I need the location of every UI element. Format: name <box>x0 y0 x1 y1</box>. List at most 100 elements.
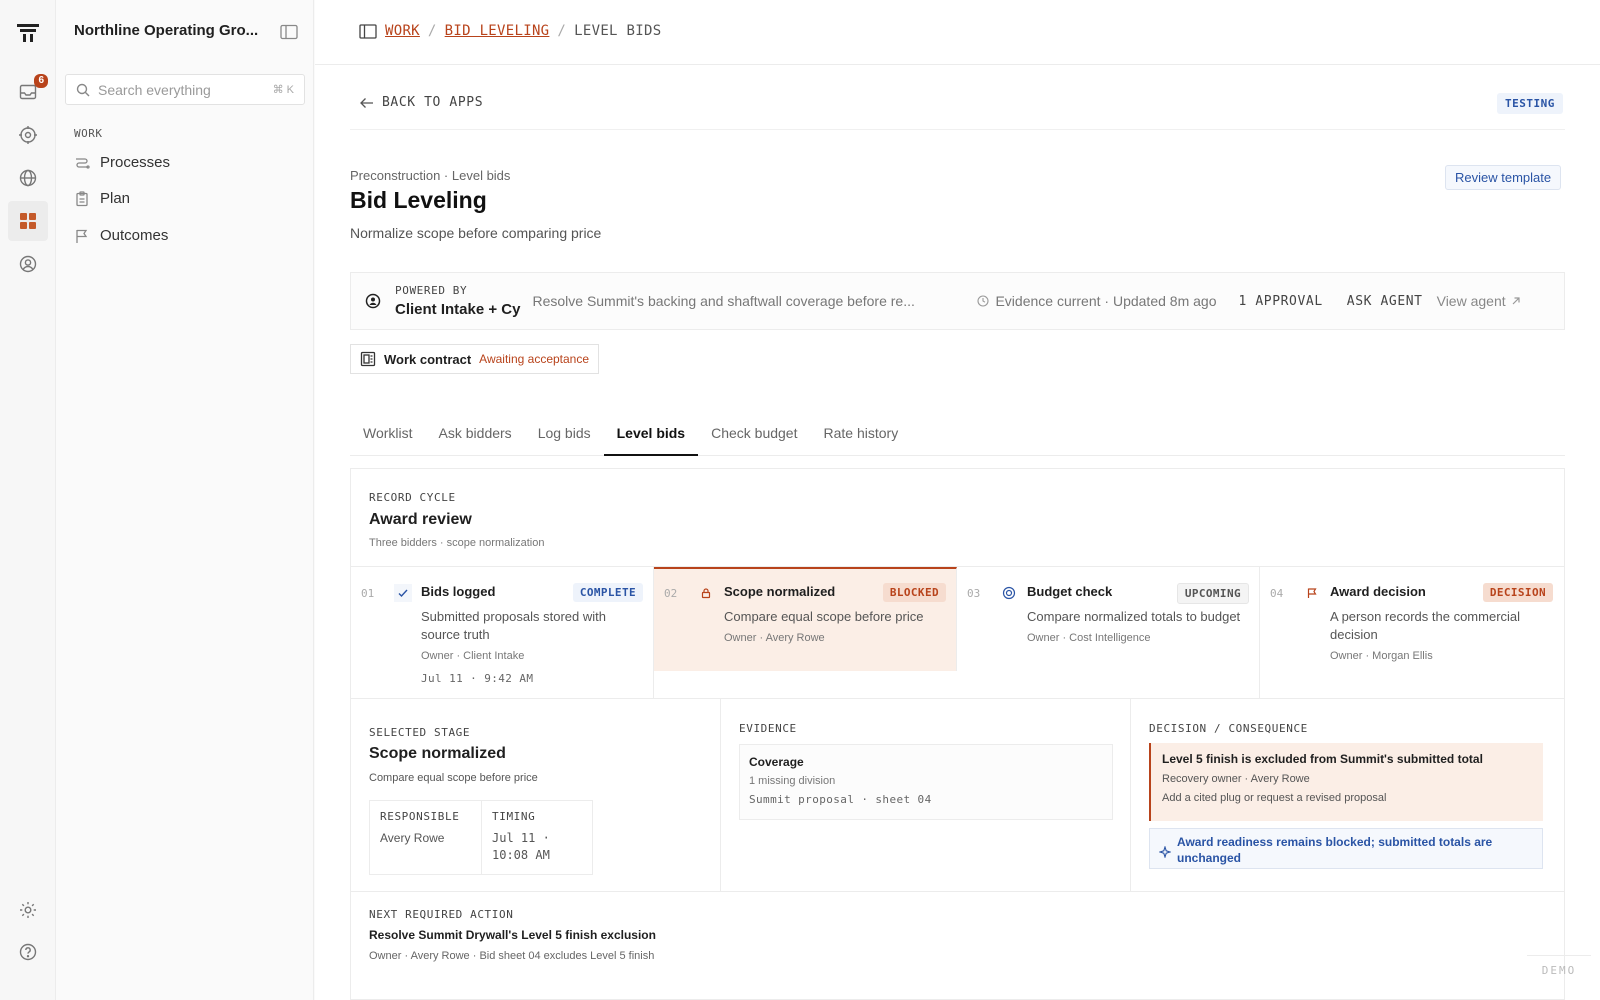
breadcrumb-bid-leveling[interactable]: BID LEVELING <box>445 23 550 39</box>
search-input[interactable]: Search everything ⌘ K <box>65 74 305 105</box>
stage-name: Bids logged <box>421 584 496 599</box>
apps-icon <box>20 213 36 229</box>
sidebar-item-label: Outcomes <box>100 227 169 244</box>
panel-icon[interactable] <box>359 23 377 39</box>
stage-name: Budget check <box>1027 584 1113 599</box>
settings-button[interactable] <box>8 890 48 930</box>
ask-agent-button[interactable]: ASK AGENT <box>1347 294 1423 309</box>
powered-by: POWERED BY Client Intake + Cy <box>395 284 520 318</box>
breadcrumb-separator: / <box>557 23 567 39</box>
selected-stage-label: SELECTED STAGE <box>369 726 471 739</box>
stage-description: A person records the commercial decision <box>1330 609 1521 642</box>
target-button[interactable] <box>8 115 48 155</box>
evidence-title: Coverage <box>749 755 804 769</box>
clock-icon <box>977 295 990 307</box>
stage-description: Submitted proposals stored with source t… <box>421 609 606 642</box>
status-badge: UPCOMING <box>1176 583 1249 604</box>
breadcrumb: WORK / BID LEVELING / LEVEL BIDS <box>359 23 661 39</box>
logo-icon[interactable] <box>16 22 40 44</box>
status-badge: COMPLETE <box>572 583 643 602</box>
document-icon <box>360 351 376 367</box>
tab-check-budget[interactable]: Check budget <box>698 418 810 456</box>
stage-name: Scope normalized <box>724 584 836 599</box>
environment-badge: TESTING <box>1497 93 1563 114</box>
back-to-apps-link[interactable]: BACK TO APPS <box>360 95 483 110</box>
review-template-button[interactable]: Review template <box>1445 165 1562 190</box>
stage-owner: Owner · Cost Intelligence <box>1027 632 1151 644</box>
work-contract-status: Awaiting acceptance <box>479 352 590 366</box>
record-cycle-card: RECORD CYCLE Award review Three bidders … <box>350 468 1565 1000</box>
evidence-status-text: Evidence current · Updated 8m ago <box>995 293 1217 309</box>
status-badge: DECISION <box>1482 583 1553 602</box>
evidence-item[interactable]: Coverage 1 missing division Summit propo… <box>739 744 1113 820</box>
evidence-label: EVIDENCE <box>739 722 797 735</box>
evidence-status: Evidence current · Updated 8m ago <box>977 293 1216 309</box>
stage-number: 03 <box>967 587 981 600</box>
check-icon <box>394 584 412 602</box>
breadcrumb-separator: / <box>427 23 437 39</box>
tab-rate-history[interactable]: Rate history <box>811 418 912 456</box>
stage-list: 01 Bids logged COMPLETE Submitted propos… <box>351 566 1564 699</box>
search-placeholder: Search everything <box>98 81 211 98</box>
page-title: Bid Leveling <box>350 187 487 213</box>
view-agent-link[interactable]: View agent <box>1437 293 1521 309</box>
record-cycle-label: RECORD CYCLE <box>369 491 456 504</box>
next-action-subtitle: Owner · Avery Rowe · Bid sheet 04 exclud… <box>369 950 655 962</box>
stage-owner: Owner · Client Intake <box>421 650 525 662</box>
agent-name: Client Intake + Cy <box>395 301 521 318</box>
flag-icon <box>1303 584 1321 602</box>
breadcrumb-work[interactable]: WORK <box>385 23 420 39</box>
next-action-title[interactable]: Resolve Summit Drywall's Level 5 finish … <box>369 928 656 942</box>
sidebar-toggle-icon[interactable] <box>280 24 298 40</box>
consequence-owner: Recovery owner · Avery Rowe <box>1162 773 1310 785</box>
agent-icon <box>365 293 381 309</box>
timing-cell: TIMING Jul 11 · 10:08 AM <box>481 801 592 874</box>
tab-bar: Worklist Ask bidders Log bids Level bids… <box>350 418 1565 456</box>
lock-icon <box>697 584 715 602</box>
stage-scope-normalized[interactable]: 02 Scope normalized BLOCKED Compare equa… <box>654 567 957 671</box>
readiness-note: Award readiness remains blocked; submitt… <box>1149 828 1543 869</box>
external-link-icon <box>1512 297 1520 305</box>
decision-panel: DECISION / CONSEQUENCE Level 5 finish is… <box>1131 699 1564 892</box>
tab-ask-bidders[interactable]: Ask bidders <box>426 418 525 456</box>
apps-button[interactable] <box>8 201 48 241</box>
page-subtitle: Normalize scope before comparing price <box>350 225 602 241</box>
stage-award-decision[interactable]: 04 Award decision DECISION A person reco… <box>1260 567 1563 699</box>
inbox-button[interactable]: 6 <box>8 72 48 112</box>
approval-count[interactable]: 1 APPROVAL <box>1238 294 1322 309</box>
icon-rail: 6 <box>0 0 56 1000</box>
selected-stage-title: Scope normalized <box>369 745 506 762</box>
stage-budget-check[interactable]: 03 Budget check UPCOMING Compare normali… <box>957 567 1260 699</box>
timing-value: Jul 11 · 10:08 AM <box>492 831 550 862</box>
sidebar-item-label: Processes <box>100 154 171 171</box>
sidebar-item-outcomes[interactable]: Outcomes <box>74 227 168 244</box>
stage-bids-logged[interactable]: 01 Bids logged COMPLETE Submitted propos… <box>351 567 654 699</box>
selected-stage-panel: SELECTED STAGE Scope normalized Compare … <box>351 699 721 892</box>
help-button[interactable] <box>8 932 48 972</box>
agent-bar: POWERED BY Client Intake + Cy Resolve Su… <box>350 272 1565 330</box>
consequence-callout: Level 5 finish is excluded from Summit's… <box>1149 743 1543 821</box>
target-icon <box>19 126 37 144</box>
settings-icon <box>20 902 36 918</box>
consequence-title: Level 5 finish is excluded from Summit's… <box>1162 752 1483 766</box>
decision-label: DECISION / CONSEQUENCE <box>1149 722 1308 735</box>
breadcrumb-current: LEVEL BIDS <box>574 23 662 39</box>
globe-button[interactable] <box>8 158 48 198</box>
sidebar: Northline Operating Gro... Search everyt… <box>56 0 314 1000</box>
sidebar-item-processes[interactable]: Processes <box>74 154 170 171</box>
work-contract[interactable]: Work contract Awaiting acceptance <box>350 344 600 374</box>
tab-level-bids[interactable]: Level bids <box>603 418 699 456</box>
arrow-left-icon <box>360 97 373 108</box>
globe-icon <box>19 169 37 187</box>
status-badge: BLOCKED <box>882 583 946 602</box>
stage-owner: Owner · Morgan Ellis <box>1330 650 1433 662</box>
tab-worklist[interactable]: Worklist <box>350 418 426 456</box>
stage-detail: SELECTED STAGE Scope normalized Compare … <box>351 699 1564 892</box>
profile-button[interactable] <box>8 244 48 284</box>
processes-icon <box>76 157 90 169</box>
timing-label: TIMING <box>492 810 536 823</box>
sidebar-item-plan[interactable]: Plan <box>74 190 130 207</box>
consequence-action: Add a cited plug or request a revised pr… <box>1162 792 1387 804</box>
tab-log-bids[interactable]: Log bids <box>525 418 604 456</box>
org-name[interactable]: Northline Operating Gro... <box>74 22 259 39</box>
